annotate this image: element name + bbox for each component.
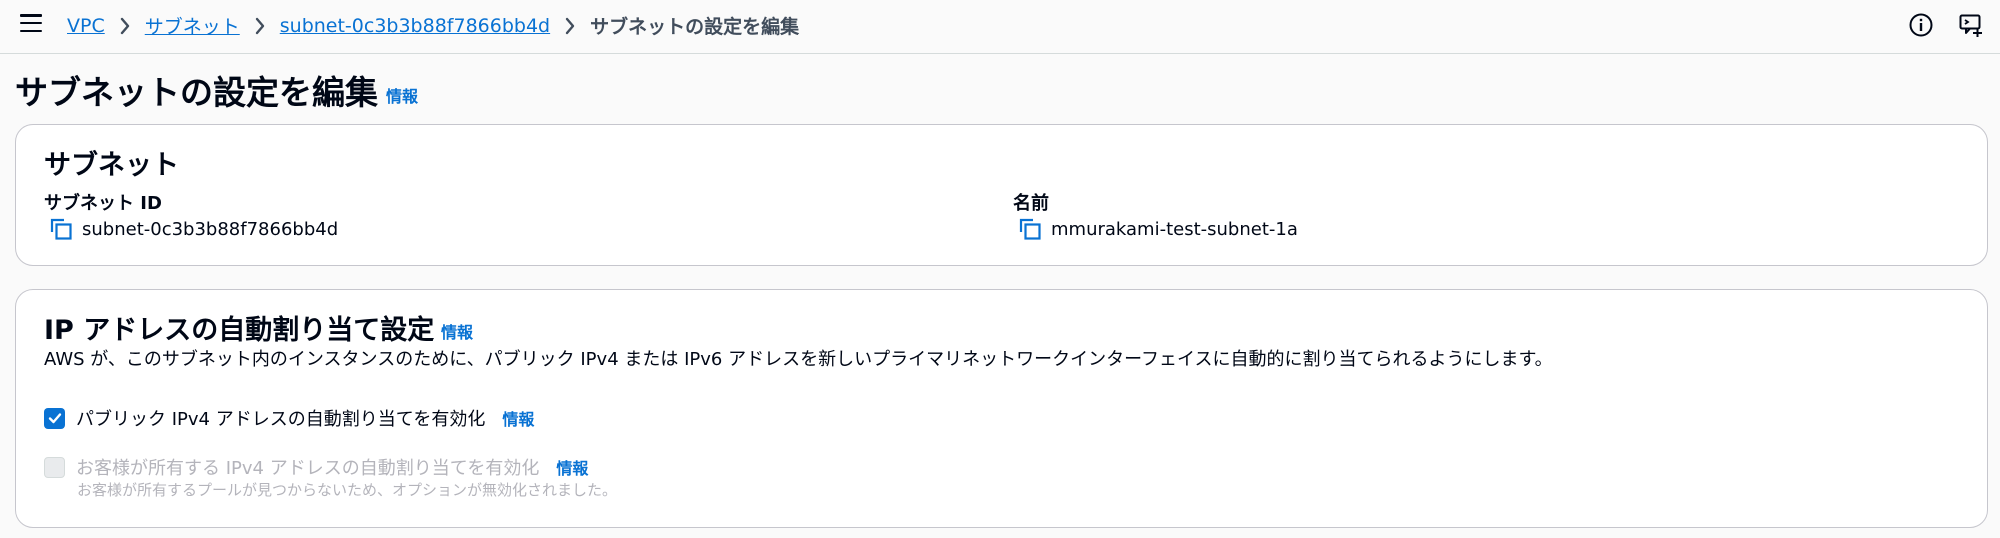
- copy-icon[interactable]: [49, 217, 73, 241]
- customer-owned-ipv4-option: お客様が所有する IPv4 アドレスの自動割り当てを有効化 情報: [44, 454, 588, 480]
- ip-card-description: AWS が、このサブネット内のインスタンスのために、パブリック IPv4 または…: [44, 349, 1553, 370]
- name-label: 名前: [1013, 193, 1049, 214]
- ip-auto-assign-card: IP アドレスの自動割り当て設定 情報 AWS が、このサブネット内のインスタン…: [15, 289, 1988, 528]
- chevron-right-icon: [550, 15, 590, 37]
- ip-card-info-link[interactable]: 情報: [441, 319, 473, 343]
- menu-icon[interactable]: [20, 14, 42, 32]
- public-ipv4-option: パブリック IPv4 アドレスの自動割り当てを有効化 情報: [44, 405, 534, 431]
- page-title: サブネットの設定を編集: [15, 73, 378, 112]
- name-value: mmurakami-test-subnet-1a: [1018, 217, 1298, 241]
- breadcrumb-subnets[interactable]: サブネット: [145, 12, 240, 39]
- page-info-link[interactable]: 情報: [386, 83, 418, 107]
- breadcrumb-subnet-id[interactable]: subnet-0c3b3b88f7866bb4d: [280, 15, 550, 37]
- subnet-id-text: subnet-0c3b3b88f7866bb4d: [82, 218, 339, 240]
- check-icon: [48, 413, 61, 424]
- customer-owned-ipv4-checkbox: [44, 456, 65, 478]
- public-ipv4-label[interactable]: パブリック IPv4 アドレスの自動割り当てを有効化: [76, 405, 485, 431]
- feedback-icon[interactable]: [1958, 12, 1984, 38]
- copy-icon[interactable]: [1018, 217, 1042, 241]
- top-navigation-bar: VPC サブネット subnet-0c3b3b88f7866bb4d サブネット…: [0, 0, 2000, 54]
- chevron-right-icon: [105, 15, 145, 37]
- subnet-card: サブネット サブネット ID subnet-0c3b3b88f7866bb4d …: [15, 124, 1988, 266]
- subnet-id-value: subnet-0c3b3b88f7866bb4d: [49, 217, 338, 241]
- ip-card-title: IP アドレスの自動割り当て設定: [44, 315, 435, 346]
- info-circle-icon[interactable]: [1908, 12, 1934, 38]
- public-ipv4-info-link[interactable]: 情報: [502, 406, 534, 430]
- subnet-id-label: サブネット ID: [44, 193, 162, 214]
- public-ipv4-checkbox[interactable]: [44, 407, 65, 429]
- breadcrumb: VPC サブネット subnet-0c3b3b88f7866bb4d サブネット…: [67, 12, 799, 39]
- breadcrumb-current: サブネットの設定を編集: [590, 16, 800, 38]
- customer-owned-ipv4-label: お客様が所有する IPv4 アドレスの自動割り当てを有効化: [76, 458, 540, 479]
- name-text: mmurakami-test-subnet-1a: [1051, 218, 1298, 240]
- customer-owned-ipv4-hint: お客様が所有するプールが見つからないため、オプションが無効化されました。: [77, 481, 618, 499]
- chevron-right-icon: [240, 15, 280, 37]
- breadcrumb-vpc[interactable]: VPC: [67, 15, 105, 37]
- customer-owned-ipv4-info-link[interactable]: 情報: [556, 455, 588, 479]
- subnet-card-title: サブネット: [44, 150, 179, 181]
